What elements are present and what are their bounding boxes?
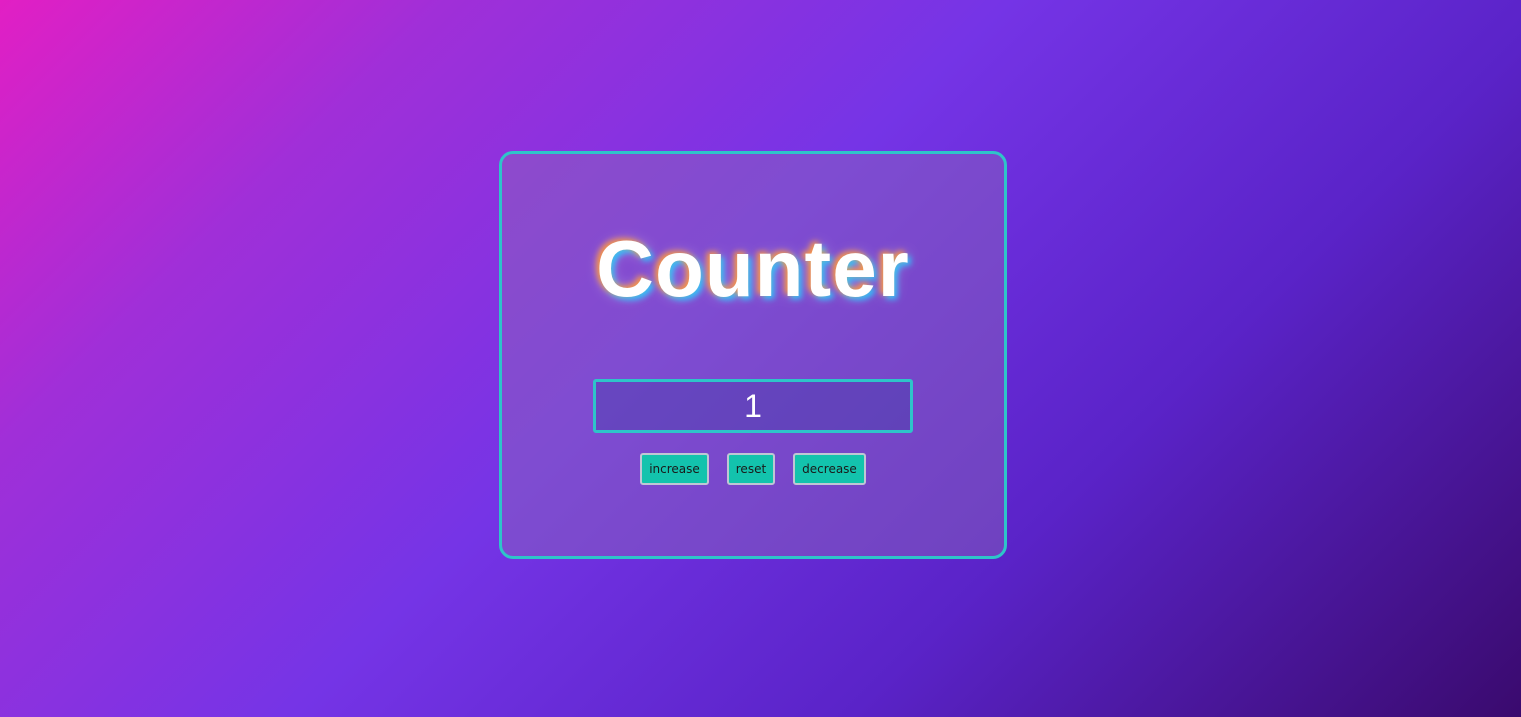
reset-button[interactable]: reset: [726, 453, 776, 485]
counter-value-display: 1: [593, 379, 913, 433]
decrease-button[interactable]: decrease: [793, 453, 866, 485]
counter-title: Counter: [596, 224, 910, 313]
increase-button[interactable]: increase: [640, 453, 709, 485]
counter-card: Counter 1 increase reset decrease: [499, 151, 1007, 559]
button-row: increase reset decrease: [502, 453, 1004, 485]
